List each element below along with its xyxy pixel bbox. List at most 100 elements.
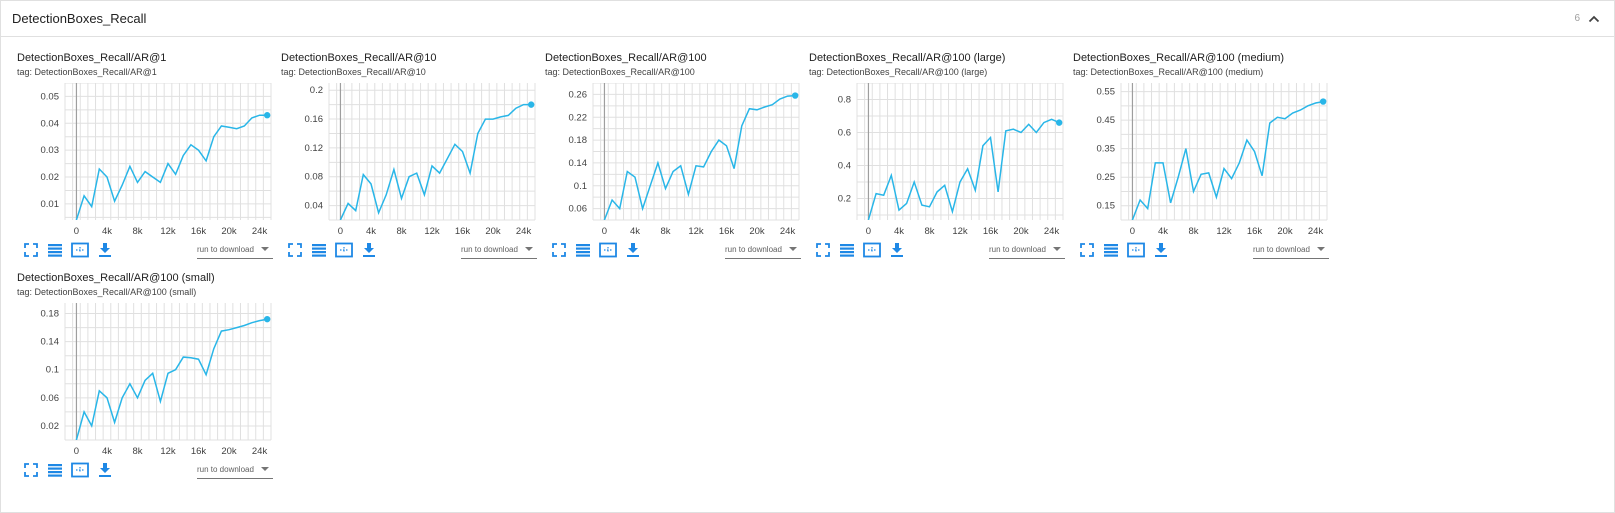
list-icon[interactable] bbox=[839, 242, 855, 258]
fullscreen-icon[interactable] bbox=[551, 242, 567, 258]
run-download-select[interactable]: run to download bbox=[197, 460, 273, 479]
run-download-select-label: run to download bbox=[989, 245, 1046, 254]
card-title: DetectionBoxes_Recall/AR@100 (large) bbox=[809, 52, 1006, 64]
x-tick-label: 20k bbox=[1277, 226, 1293, 237]
last-point-marker bbox=[1319, 98, 1327, 105]
y-tick-label: 0.2 bbox=[310, 85, 323, 96]
x-tick-label: 24k bbox=[252, 226, 268, 237]
list-icon[interactable] bbox=[575, 242, 591, 258]
fit-domain-icon[interactable] bbox=[71, 242, 89, 258]
card-tag: tag: DetectionBoxes_Recall/AR@100 (large… bbox=[809, 67, 988, 77]
y-tick-label: 0.55 bbox=[1097, 87, 1116, 98]
line-chart[interactable]: 0.04 0.08 0.12 0.16 0.2 0 4k 8k 12k 16k 20k 24k bbox=[281, 83, 543, 263]
fullscreen-icon[interactable] bbox=[815, 242, 831, 258]
y-tick-label: 0.14 bbox=[41, 337, 60, 348]
x-tick-label: 20k bbox=[221, 446, 237, 457]
list-icon[interactable] bbox=[1103, 242, 1119, 258]
x-tick-label: 0 bbox=[1130, 226, 1135, 237]
x-tick-label: 4k bbox=[102, 226, 112, 237]
fit-domain-icon[interactable] bbox=[335, 242, 353, 258]
x-tick-label: 0 bbox=[74, 446, 79, 457]
x-tick-label: 8k bbox=[1188, 226, 1198, 237]
card-title: DetectionBoxes_Recall/AR@1 bbox=[17, 52, 167, 64]
dropdown-caret-icon bbox=[789, 247, 797, 251]
download-icon[interactable] bbox=[889, 242, 905, 258]
chevron-up-icon[interactable] bbox=[1586, 11, 1602, 27]
run-download-select-label: run to download bbox=[197, 245, 254, 254]
scalar-card-ar10: DetectionBoxes_Recall/AR@10 tag: Detectio… bbox=[281, 37, 543, 259]
x-tick-label: 12k bbox=[160, 446, 176, 457]
dropdown-caret-icon bbox=[1053, 247, 1061, 251]
fit-domain-icon[interactable] bbox=[599, 242, 617, 258]
run-download-select[interactable]: run to download bbox=[725, 240, 801, 259]
last-point-marker bbox=[263, 315, 271, 323]
card-toolbar: run to download bbox=[545, 240, 807, 262]
y-tick-label: 0.18 bbox=[569, 135, 588, 146]
download-icon[interactable] bbox=[1153, 242, 1169, 258]
download-icon[interactable] bbox=[97, 462, 113, 478]
fullscreen-icon[interactable] bbox=[287, 242, 303, 258]
y-tick-label: 0.35 bbox=[1097, 144, 1116, 155]
scalar-card-ar100-large: DetectionBoxes_Recall/AR@100 (large) tag:… bbox=[809, 37, 1071, 259]
x-tick-label: 20k bbox=[221, 226, 237, 237]
download-icon[interactable] bbox=[361, 242, 377, 258]
card-title: DetectionBoxes_Recall/AR@100 (small) bbox=[17, 272, 215, 284]
line-chart[interactable]: 0.15 0.25 0.35 0.45 0.55 0 4k 8k 12k 16k 20k 24k bbox=[1073, 83, 1335, 263]
run-download-select-label: run to download bbox=[461, 245, 518, 254]
card-toolbar: run to download bbox=[17, 460, 279, 482]
fit-domain-icon[interactable] bbox=[863, 242, 881, 258]
x-tick-label: 24k bbox=[1308, 226, 1324, 237]
y-tick-label: 0.25 bbox=[1097, 172, 1116, 183]
y-tick-label: 0.08 bbox=[305, 172, 324, 183]
run-download-select[interactable]: run to download bbox=[1253, 240, 1329, 259]
x-tick-label: 4k bbox=[630, 226, 640, 237]
y-tick-label: 0.03 bbox=[41, 145, 60, 156]
dropdown-caret-icon bbox=[525, 247, 533, 251]
y-tick-label: 0.06 bbox=[41, 393, 60, 404]
scalar-card-ar1: DetectionBoxes_Recall/AR@1 tag: Detection… bbox=[17, 37, 279, 259]
line-chart[interactable]: 0.02 0.06 0.1 0.14 0.18 0 4k 8k 12k 16k 20k 24k bbox=[17, 303, 279, 483]
y-tick-label: 0.6 bbox=[838, 128, 851, 139]
x-tick-label: 12k bbox=[160, 226, 176, 237]
line-chart[interactable]: 0.06 0.1 0.14 0.18 0.22 0.26 0 4k 8k 12k 16k 20k 24k bbox=[545, 83, 807, 263]
x-tick-label: 24k bbox=[1044, 226, 1060, 237]
x-tick-label: 0 bbox=[602, 226, 607, 237]
y-tick-label: 0.1 bbox=[46, 365, 59, 376]
dropdown-caret-icon bbox=[261, 247, 269, 251]
line-chart[interactable]: 0.2 0.4 0.6 0.8 0 4k 8k 12k 16k 20k 24k bbox=[809, 83, 1071, 263]
line-chart[interactable]: 0.01 0.02 0.03 0.04 0.05 0 4k 8k 12k 16k 20k 24k bbox=[17, 83, 279, 263]
list-icon[interactable] bbox=[311, 242, 327, 258]
y-tick-label: 0.04 bbox=[41, 118, 60, 129]
fit-domain-icon[interactable] bbox=[1127, 242, 1145, 258]
x-tick-label: 12k bbox=[688, 226, 704, 237]
download-icon[interactable] bbox=[625, 242, 641, 258]
x-tick-label: 16k bbox=[455, 226, 471, 237]
run-download-select[interactable]: run to download bbox=[989, 240, 1065, 259]
x-tick-label: 16k bbox=[1247, 226, 1263, 237]
dropdown-caret-icon bbox=[261, 467, 269, 471]
fullscreen-icon[interactable] bbox=[23, 242, 39, 258]
x-tick-label: 0 bbox=[338, 226, 343, 237]
y-tick-label: 0.16 bbox=[305, 114, 324, 125]
section-header[interactable]: DetectionBoxes_Recall 6 bbox=[1, 1, 1614, 37]
y-tick-label: 0.14 bbox=[569, 158, 588, 169]
x-tick-label: 8k bbox=[660, 226, 670, 237]
section-count: 6 bbox=[1574, 13, 1580, 24]
list-icon[interactable] bbox=[47, 242, 63, 258]
x-tick-label: 4k bbox=[102, 446, 112, 457]
list-icon[interactable] bbox=[47, 462, 63, 478]
section-title: DetectionBoxes_Recall bbox=[12, 11, 147, 26]
y-tick-label: 0.26 bbox=[569, 89, 588, 100]
download-icon[interactable] bbox=[97, 242, 113, 258]
x-tick-label: 4k bbox=[894, 226, 904, 237]
x-tick-label: 20k bbox=[749, 226, 765, 237]
scalar-card-ar100-small: DetectionBoxes_Recall/AR@100 (small) tag:… bbox=[17, 257, 279, 479]
run-download-select[interactable]: run to download bbox=[461, 240, 537, 259]
x-tick-label: 8k bbox=[924, 226, 934, 237]
fit-domain-icon[interactable] bbox=[71, 462, 89, 478]
last-point-marker bbox=[791, 92, 799, 99]
fullscreen-icon[interactable] bbox=[23, 462, 39, 478]
fullscreen-icon[interactable] bbox=[1079, 242, 1095, 258]
x-tick-label: 20k bbox=[485, 226, 501, 237]
y-tick-label: 0.06 bbox=[569, 204, 588, 215]
